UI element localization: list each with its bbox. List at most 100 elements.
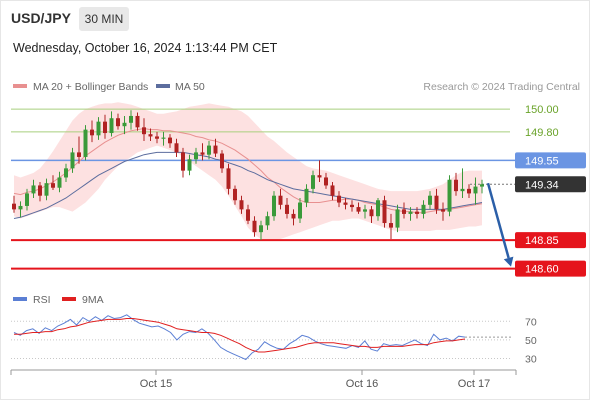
candle-body [12,203,16,210]
candle-body [122,122,127,127]
copyright-note: Research © 2024 Trading Central [423,81,580,93]
support-level-label: 148.60 [525,264,559,276]
candle-body [428,195,432,205]
candle-body [278,195,283,205]
candle-body [213,145,218,154]
candle-body [350,204,354,208]
projection-arrow-head [503,256,514,267]
candle-body [207,145,211,155]
candle-body [246,209,250,221]
ma9-legend-swatch [62,297,76,301]
rsi-ma-line [14,318,466,353]
rsi-legend-swatch [13,297,27,301]
candle-body [200,152,205,155]
ma50-legend-label: MA 50 [175,81,205,93]
x-tick-label: Oct 15 [140,378,172,390]
rsi-tick-label: 50 [525,335,537,347]
candle-body [402,209,406,214]
candle-body [226,168,231,189]
candle-body [382,200,387,224]
candle-body [31,185,36,194]
candle-body [421,204,426,214]
candle-body [441,209,445,212]
candle-body [155,136,159,139]
candle-body [142,127,146,135]
candle-body [343,202,348,205]
candle-body [447,179,452,212]
chart-widget: USD/JPY 30 MIN Wednesday, October 16, 20… [0,0,590,400]
candle-body [285,204,289,214]
candle-body [473,186,478,194]
candle-body [18,205,23,210]
candle-body [395,209,400,228]
ma50-legend-swatch [156,84,170,88]
candle-body [239,200,244,210]
candle-body [291,213,296,219]
candle-body [181,152,185,171]
candle-body [103,121,107,134]
projection-arrow-shaft [486,182,510,259]
candle-body [369,209,374,217]
candle-body [356,207,361,212]
candle-body [194,152,198,160]
candle-body [408,211,413,214]
candle-body [116,118,120,127]
price-chart: MA 20 + Bollinger Bands MA 50 Research ©… [10,81,586,390]
ma9-legend-label: 9MA [82,294,104,306]
rsi-tick-label: 30 [525,354,537,366]
candle-body [304,188,309,203]
x-tick-label: Oct 17 [458,378,490,390]
candle-body [148,134,153,137]
candle-body [311,175,315,189]
candle-body [220,153,224,169]
candle-body [454,179,458,192]
candle-body [259,225,263,233]
candle-body [467,188,471,194]
candle-body [109,118,114,134]
candle-body [70,152,75,169]
rsi-legend-label: RSI [33,294,51,306]
candle-body [57,177,62,188]
candle-body [460,188,465,192]
current-price-label: 149.34 [525,179,559,191]
candle-body [324,177,328,186]
candle-body [44,183,49,196]
candle-body [298,202,302,219]
candle-body [25,193,29,206]
candle-body [337,195,341,203]
candle-body [480,184,484,187]
candle-body [434,195,439,210]
candle-body [38,185,42,196]
candle-body [317,175,322,178]
ma20-legend-label: MA 20 + Bollinger Bands [33,81,148,93]
candle-body [233,188,237,201]
pivot-level-label: 149.55 [525,155,559,167]
candle-body [376,200,380,217]
support-level-label: 148.85 [525,235,559,247]
candle-body [168,137,172,144]
x-tick-label: Oct 16 [346,378,378,390]
candle [447,175,452,217]
resistance-level-label: 149.80 [525,127,559,139]
candle-body [77,152,81,157]
candle-body [252,220,257,233]
candle-body [83,129,88,157]
candle-body [90,129,94,136]
candle-body [161,137,166,139]
candle-body [389,223,393,228]
candle-body [51,183,55,188]
ma20-legend-swatch [13,84,27,88]
candle-body [64,168,68,178]
rsi-tick-label: 70 [525,316,537,328]
candle-body [174,143,179,153]
candle-body [330,185,335,196]
candle-body [272,195,276,217]
candle-body [415,211,419,214]
candle [382,195,387,228]
candle-body [96,121,101,136]
candle-body [135,115,140,128]
candle [83,125,88,161]
candle-body [129,115,133,123]
candle-body [363,209,367,212]
resistance-level-label: 150.00 [525,104,559,116]
